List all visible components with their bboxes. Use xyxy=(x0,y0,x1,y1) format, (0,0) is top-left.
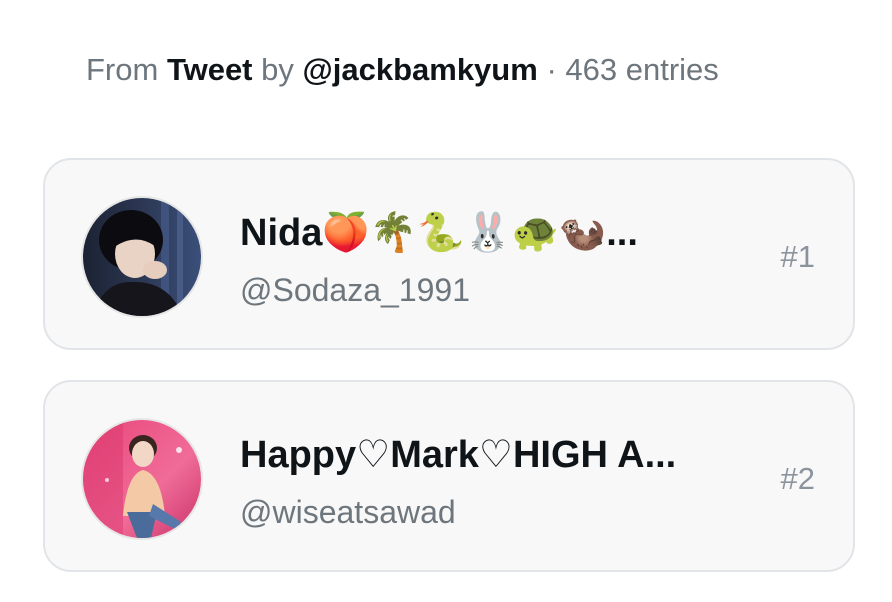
entry-handle[interactable]: @wiseatsawad xyxy=(240,492,456,532)
header-separator: · xyxy=(546,52,557,87)
entry-rank: #1 xyxy=(780,239,815,274)
header-entry-count: 463 entries xyxy=(565,52,719,87)
entry-display-name[interactable]: Happy♡Mark♡HIGH A... xyxy=(240,432,720,478)
avatar[interactable] xyxy=(81,196,203,318)
header-source[interactable]: Tweet xyxy=(167,52,253,87)
header-prefix: From xyxy=(86,52,159,87)
header-author[interactable]: @jackbamkyum xyxy=(303,52,538,87)
entry-card[interactable]: Nida🍑🌴🐍🐰🐢🦦... @Sodaza_1991 #1 xyxy=(43,158,855,350)
person-photo-icon xyxy=(83,420,201,538)
entry-card[interactable]: Happy♡Mark♡HIGH A... @wiseatsawad #2 xyxy=(43,380,855,572)
entry-display-name[interactable]: Nida🍑🌴🐍🐰🐢🦦... xyxy=(240,210,720,256)
avatar[interactable] xyxy=(81,418,203,540)
source-header: From Tweet by @jackbamkyum · 463 entries xyxy=(86,50,719,90)
entry-rank: #2 xyxy=(780,461,815,496)
header-by: by xyxy=(261,52,294,87)
entry-handle[interactable]: @Sodaza_1991 xyxy=(240,270,470,310)
person-photo-icon xyxy=(83,198,201,316)
